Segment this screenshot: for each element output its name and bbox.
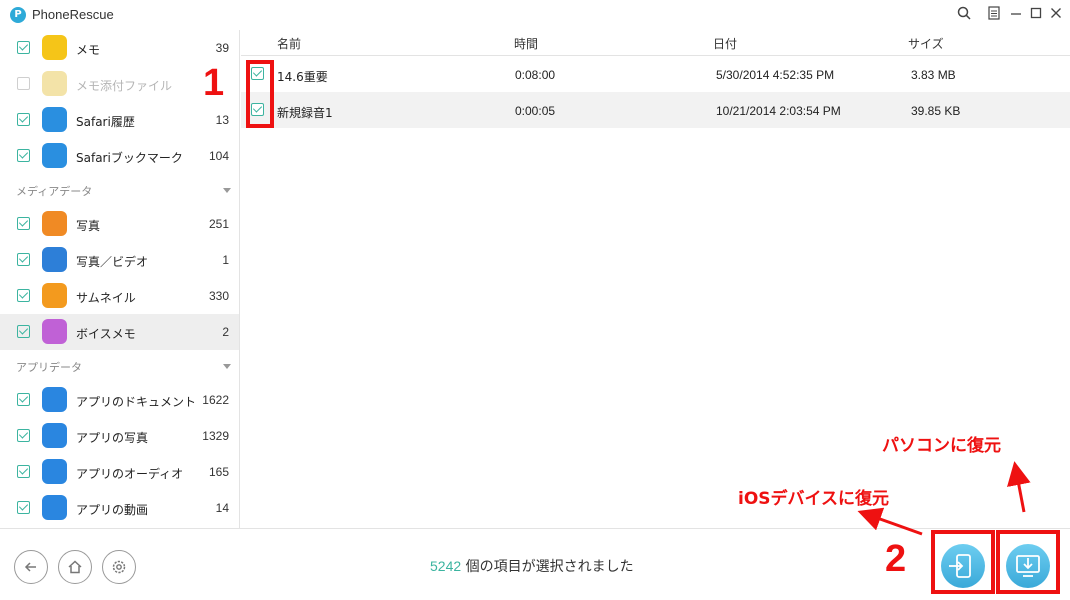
annotation-arrows bbox=[857, 461, 1031, 536]
